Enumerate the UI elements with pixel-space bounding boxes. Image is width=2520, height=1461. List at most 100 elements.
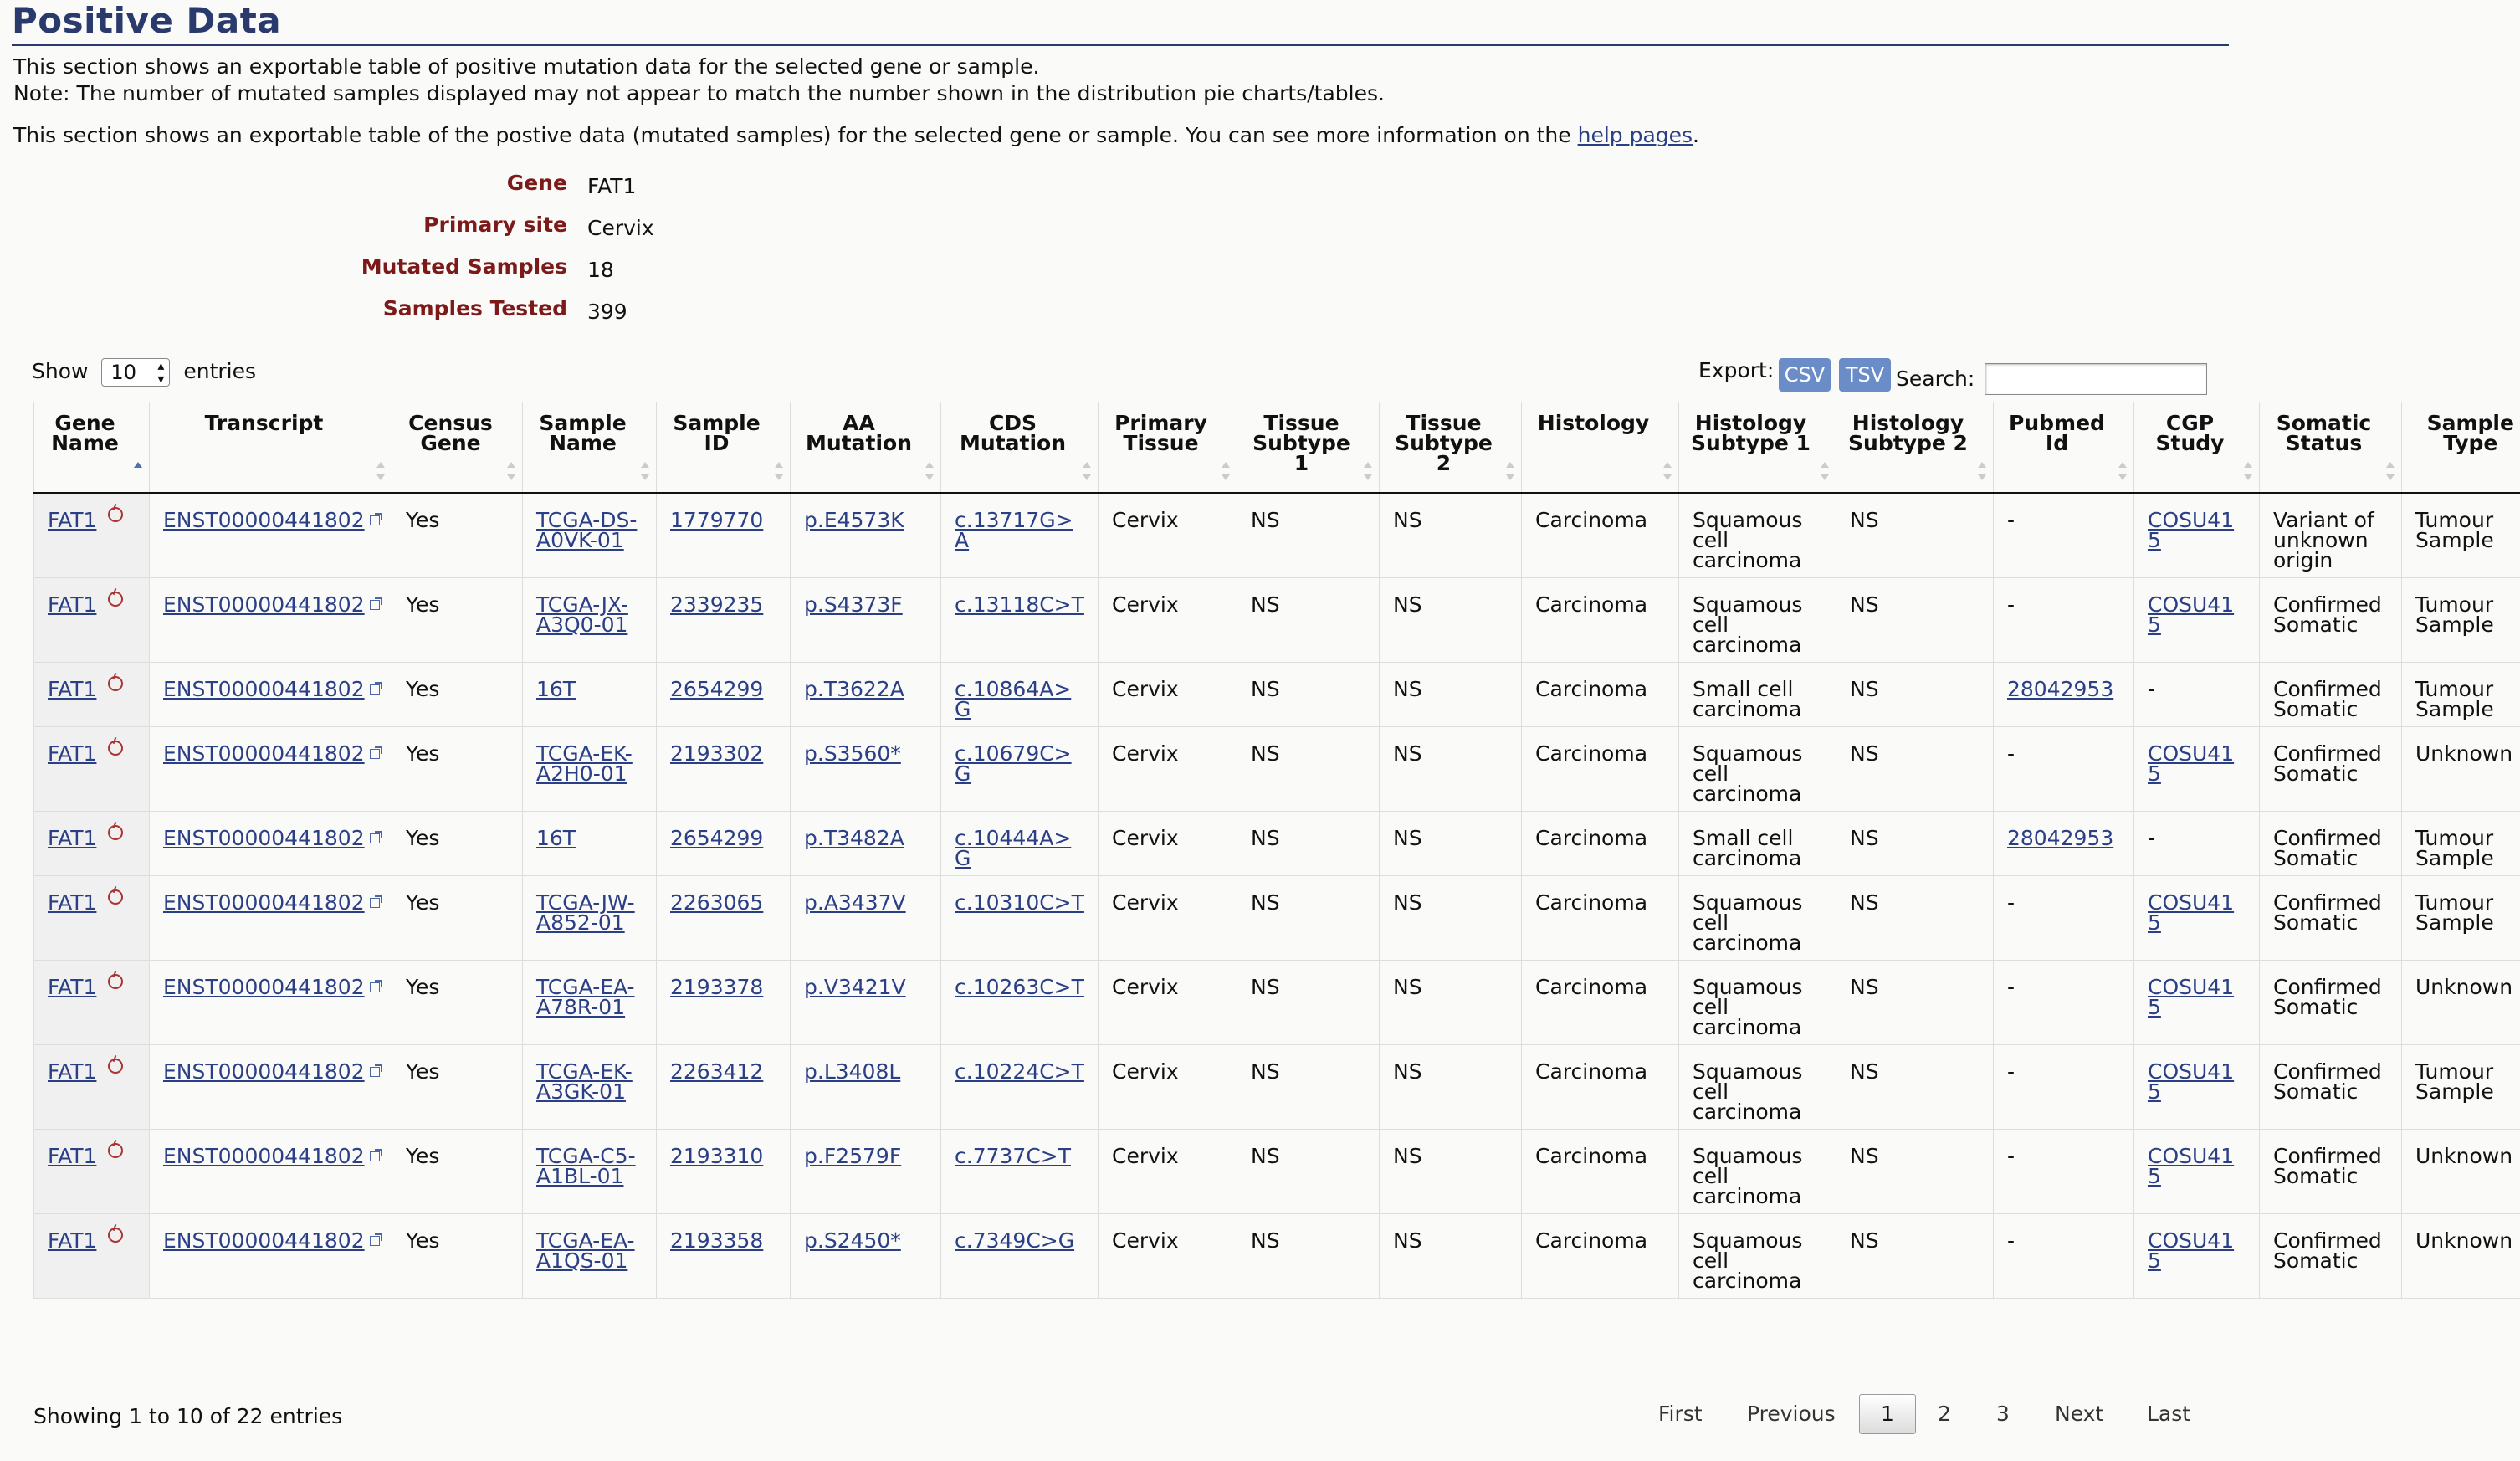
cell-link[interactable]: c.10310C>T [955,890,1084,915]
cell-link[interactable]: COSU415 [2148,592,2234,637]
cell-link[interactable]: 2193310 [670,1144,763,1168]
column-header[interactable]: Sample ID [656,402,791,494]
export-csv-button[interactable]: CSV [1779,358,1831,392]
column-header[interactable]: Primary Tissue [1098,402,1237,494]
external-link-icon[interactable] [369,682,382,695]
cell-link[interactable]: TCGA-JW-A852-01 [536,890,635,935]
cell-link[interactable]: p.T3622A [804,677,904,701]
cell-link[interactable]: COSU415 [2148,741,2234,786]
cell-link[interactable]: ENST00000441802 [163,677,365,701]
cell-link[interactable]: ENST00000441802 [163,508,365,532]
cell-link[interactable]: ENST00000441802 [163,975,365,999]
column-header[interactable]: CDS Mutation [940,402,1099,494]
cell-link[interactable]: FAT1 [48,741,96,766]
external-link-icon[interactable] [369,831,382,843]
cosmic-gene-icon[interactable] [108,592,124,607]
column-header[interactable]: AA Mutation [790,402,941,494]
cell-link[interactable]: FAT1 [48,1228,96,1253]
cell-link[interactable]: ENST00000441802 [163,741,365,766]
cell-link[interactable]: p.V3421V [804,975,906,999]
cell-link[interactable]: TCGA-EA-A1QS-01 [536,1228,635,1273]
cell-link[interactable]: p.E4573K [804,508,904,532]
cell-link[interactable]: 2193378 [670,975,763,999]
column-header[interactable]: Histology [1521,402,1679,494]
cell-link[interactable]: 2263412 [670,1059,763,1084]
cell-link[interactable]: p.L3408L [804,1059,900,1084]
cell-link[interactable]: 16T [536,677,576,701]
cell-link[interactable]: ENST00000441802 [163,1144,365,1168]
external-link-icon[interactable] [369,1233,382,1246]
cell-link[interactable]: p.F2579F [804,1144,901,1168]
cosmic-gene-icon[interactable] [108,1143,124,1158]
external-link-icon[interactable] [369,1149,382,1161]
cell-link[interactable]: 28042953 [2007,826,2113,850]
page-3-button[interactable]: 3 [1996,1392,2010,1436]
column-header[interactable]: Somatic Status [2259,402,2402,494]
cell-link[interactable]: p.A3437V [804,890,906,915]
cosmic-gene-icon[interactable] [108,507,124,522]
page-previous-button[interactable]: Previous [1747,1392,1836,1436]
column-header[interactable]: Transcript [149,402,392,494]
column-header[interactable]: Histology Subtype 1 [1678,402,1836,494]
cell-link[interactable]: c.13118C>T [955,592,1084,617]
cell-link[interactable]: p.S3560* [804,741,901,766]
column-header[interactable]: Sample Type [2401,402,2520,494]
column-header[interactable]: Tissue Subtype 2 [1379,402,1522,494]
external-link-icon[interactable] [369,746,382,759]
column-header[interactable]: Census Gene [392,402,523,494]
cell-link[interactable]: COSU415 [2148,1059,2234,1104]
entries-select[interactable]: 10 ▴ ▾ [101,358,171,387]
cell-link[interactable]: c.7349C>G [955,1228,1074,1253]
help-pages-link[interactable]: help pages [1578,123,1693,147]
cell-link[interactable]: c.10224C>T [955,1059,1084,1084]
cell-link[interactable]: TCGA-DS-A0VK-01 [536,508,637,552]
external-link-icon[interactable] [369,597,382,610]
cell-link[interactable]: TCGA-EK-A3GK-01 [536,1059,633,1104]
cell-link[interactable]: p.T3482A [804,826,904,850]
cell-link[interactable]: 2654299 [670,677,763,701]
page-1-button[interactable]: 1 [1859,1394,1916,1434]
cell-link[interactable]: FAT1 [48,890,96,915]
cosmic-gene-icon[interactable] [108,676,124,691]
cell-link[interactable]: TCGA-EK-A2H0-01 [536,741,633,786]
external-link-icon[interactable] [369,980,382,992]
column-header[interactable]: Histology Subtype 2 [1836,402,1994,494]
cosmic-gene-icon[interactable] [108,741,124,756]
column-header[interactable]: Sample Name [522,402,657,494]
cell-link[interactable]: COSU415 [2148,1228,2234,1273]
cosmic-gene-icon[interactable] [108,974,124,989]
cell-link[interactable]: FAT1 [48,1144,96,1168]
column-header[interactable]: Tissue Subtype 1 [1237,402,1380,494]
cell-link[interactable]: FAT1 [48,508,96,532]
cell-link[interactable]: 2263065 [670,890,763,915]
cell-link[interactable]: c.10864A>G [955,677,1071,721]
column-header[interactable]: Gene Name [33,402,150,494]
cell-link[interactable]: ENST00000441802 [163,1059,365,1084]
search-input[interactable] [1985,363,2207,395]
cell-link[interactable]: p.S2450* [804,1228,901,1253]
cell-link[interactable]: FAT1 [48,826,96,850]
cell-link[interactable]: 1779770 [670,508,763,532]
page-last-button[interactable]: Last [2147,1392,2190,1436]
cosmic-gene-icon[interactable] [108,825,124,840]
page-next-button[interactable]: Next [2055,1392,2103,1436]
cell-link[interactable]: FAT1 [48,975,96,999]
external-link-icon[interactable] [369,895,382,908]
cell-link[interactable]: TCGA-C5-A1BL-01 [536,1144,636,1188]
cell-link[interactable]: ENST00000441802 [163,826,365,850]
cell-link[interactable]: 2193358 [670,1228,763,1253]
cell-link[interactable]: 2654299 [670,826,763,850]
cell-link[interactable]: 28042953 [2007,677,2113,701]
cell-link[interactable]: 2193302 [670,741,763,766]
cell-link[interactable]: ENST00000441802 [163,1228,365,1253]
cell-link[interactable]: COSU415 [2148,890,2234,935]
cell-link[interactable]: FAT1 [48,677,96,701]
cell-link[interactable]: 16T [536,826,576,850]
cell-link[interactable]: FAT1 [48,1059,96,1084]
cell-link[interactable]: ENST00000441802 [163,890,365,915]
column-header[interactable]: Pubmed Id [1993,402,2134,494]
cell-link[interactable]: c.7737C>T [955,1144,1071,1168]
cell-link[interactable]: COSU415 [2148,508,2234,552]
cell-link[interactable]: COSU415 [2148,975,2234,1019]
export-tsv-button[interactable]: TSV [1839,358,1891,392]
